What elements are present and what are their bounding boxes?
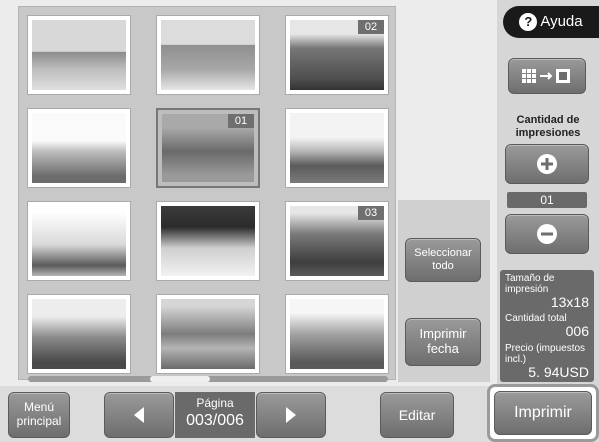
thumbnail[interactable]: 02 [285, 15, 389, 95]
print-info-box: Tamaño de impresión 13x18 Cantidad total… [500, 270, 594, 382]
thumbnail[interactable]: 03 [285, 201, 389, 281]
increase-quantity-button[interactable] [505, 144, 589, 184]
photo [290, 299, 384, 369]
thumbnail[interactable] [27, 201, 131, 281]
plus-icon [537, 154, 557, 174]
photo [32, 299, 126, 369]
photo [161, 20, 255, 90]
photo [161, 206, 255, 276]
thumbnail[interactable] [285, 108, 389, 188]
print-button[interactable]: Imprimir [494, 391, 592, 435]
edit-button[interactable]: Editar [380, 392, 454, 438]
print-count-badge: 02 [358, 20, 384, 34]
photo [161, 299, 255, 369]
print-date-button[interactable]: Imprimir fecha [405, 318, 481, 366]
price-label: Precio (impuestos incl.) [505, 342, 586, 365]
print-count-badge: 03 [358, 206, 384, 220]
page-number: 003/006 [186, 412, 244, 429]
main-menu-button[interactable]: Menú principal [8, 392, 70, 438]
thumbnail[interactable] [27, 15, 131, 95]
thumbnail[interactable] [156, 201, 260, 281]
edit-label: Editar [398, 406, 436, 423]
photo [32, 20, 126, 90]
page-indicator: Página 003/006 [175, 392, 255, 438]
print-quantity-label: Cantidad de impresiones [515, 114, 581, 139]
select-all-button[interactable]: Seleccionar todo [405, 238, 481, 282]
print-size-value: 13x18 [550, 294, 589, 310]
layout-toggle-button[interactable] [508, 58, 586, 94]
print-size-label: Tamaño de impresión [505, 273, 555, 295]
print-label: Imprimir [514, 403, 572, 421]
thumbnail[interactable] [156, 15, 260, 95]
print-count-badge: 01 [228, 114, 254, 128]
thumbnail-selected[interactable]: 01 [156, 108, 260, 188]
minus-icon [537, 224, 557, 244]
total-quantity-value: 006 [565, 323, 589, 340]
arrow-left-icon [134, 407, 144, 423]
photo [32, 113, 126, 183]
grid-to-single-icon [522, 69, 570, 83]
main-menu-label: Menú principal [16, 400, 62, 428]
photo [32, 206, 126, 276]
photo-grid: 02 01 03 [18, 6, 396, 380]
select-all-label: Seleccionar todo [414, 247, 472, 272]
price-value: 5. 94USD [528, 363, 589, 380]
previous-page-button[interactable] [104, 392, 174, 438]
next-page-button[interactable] [256, 392, 326, 438]
print-quantity-value: 01 [507, 192, 587, 208]
help-label: Ayuda [540, 13, 583, 31]
print-date-label: Imprimir fecha [419, 326, 467, 356]
thumbnail[interactable] [27, 108, 131, 188]
decrease-quantity-button[interactable] [505, 214, 589, 254]
photo [290, 113, 384, 183]
thumbnail[interactable] [285, 294, 389, 374]
thumbnail[interactable] [156, 294, 260, 374]
thumbnail[interactable] [27, 294, 131, 374]
arrow-right-icon [286, 407, 296, 423]
help-button[interactable]: ? Ayuda [503, 6, 599, 38]
page-label: Página [196, 396, 234, 410]
scrollbar-thumb[interactable] [150, 376, 210, 382]
help-icon: ? [519, 13, 538, 31]
